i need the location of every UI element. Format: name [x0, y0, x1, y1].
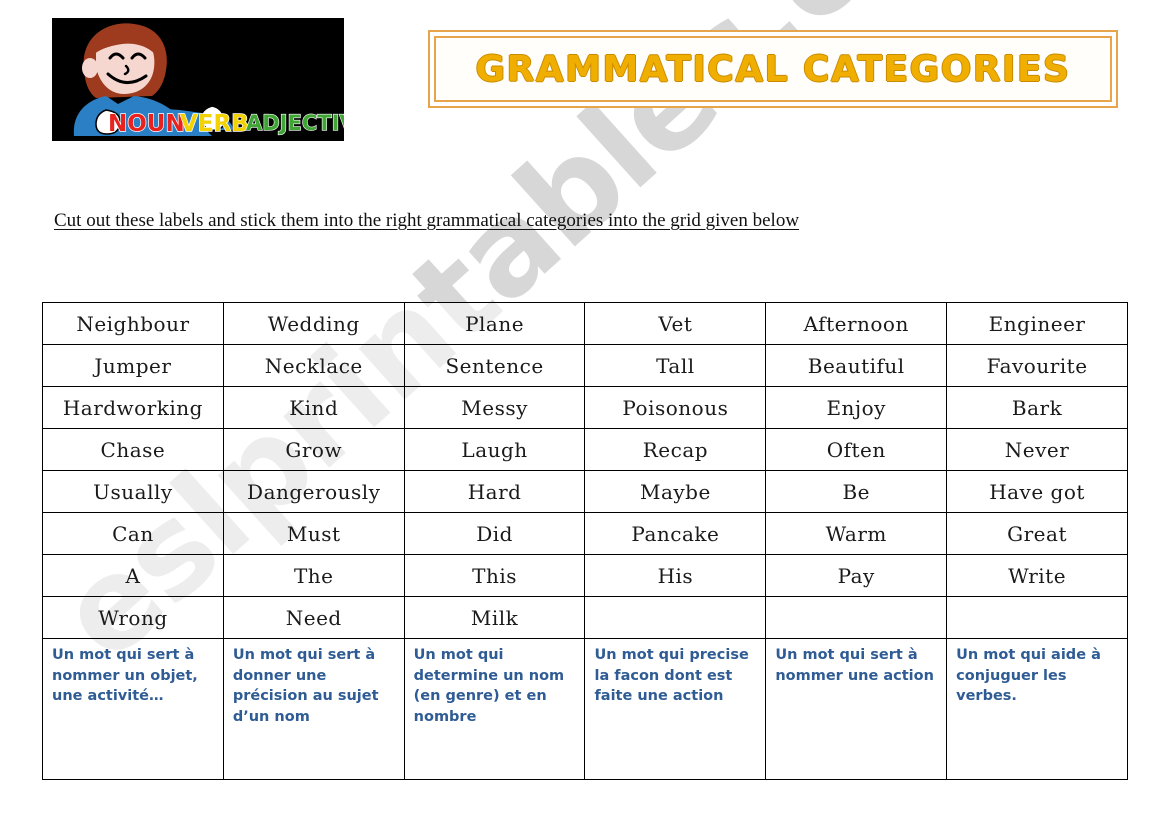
word-cell[interactable]: Wrong [42, 596, 224, 639]
word-cell[interactable]: Often [765, 428, 948, 471]
word-cell[interactable]: His [584, 554, 767, 597]
table-row: Wrong Need Milk [42, 596, 1128, 639]
definitions-row: Un mot qui sert à nommer un objet, une a… [42, 638, 1128, 780]
title-banner-inner: GRAMMATICAL CATEGORIES [434, 36, 1112, 102]
logo-artwork: NOUN VERB ADJECTIVE [52, 18, 344, 141]
word-cell[interactable]: Vet [584, 302, 767, 345]
definition-cell[interactable]: Un mot qui precise la facon dont est fai… [584, 638, 767, 780]
definition-cell[interactable]: Un mot qui determine un nom (en genre) e… [403, 638, 586, 780]
svg-text:NOUN: NOUN [108, 111, 185, 137]
svg-text:VERB: VERB [180, 111, 249, 137]
word-cell[interactable]: Necklace [222, 344, 405, 387]
word-cell[interactable]: Write [946, 554, 1128, 597]
table-row: Usually Dangerously Hard Maybe Be Have got [42, 470, 1128, 513]
word-cell[interactable]: Kind [222, 386, 405, 429]
word-cell-empty[interactable] [946, 596, 1128, 639]
word-cell[interactable]: Favourite [946, 344, 1128, 387]
table-row: Chase Grow Laugh Recap Often Never [42, 428, 1128, 471]
word-cell[interactable]: Neighbour [42, 302, 224, 345]
word-cell[interactable]: Pancake [584, 512, 767, 555]
word-cell-empty[interactable] [584, 596, 767, 639]
table-row: Can Must Did Pancake Warm Great [42, 512, 1128, 555]
word-cell[interactable]: Did [403, 512, 586, 555]
labels-grid: Neighbour Wedding Plane Vet Afternoon Enginee… [42, 302, 1128, 780]
word-cell[interactable]: Be [765, 470, 948, 513]
word-cell[interactable]: The [222, 554, 405, 597]
word-cell[interactable]: Need [222, 596, 405, 639]
title-banner: GRAMMATICAL CATEGORIES [428, 30, 1118, 108]
definition-cell[interactable]: Un mot qui sert à donner une précision a… [222, 638, 405, 780]
instruction-text: Cut out these labels and stick them into… [54, 210, 800, 231]
grammar-logo-image: NOUN VERB ADJECTIVE [52, 18, 344, 141]
word-cell[interactable]: Milk [403, 596, 586, 639]
definition-cell[interactable]: Un mot qui sert à nommer une action [765, 638, 948, 780]
word-cell[interactable]: Tall [584, 344, 767, 387]
word-cell[interactable]: Warm [765, 512, 948, 555]
page-title: GRAMMATICAL CATEGORIES [475, 48, 1071, 90]
word-cell[interactable]: Great [946, 512, 1128, 555]
table-row: A The This His Pay Write [42, 554, 1128, 597]
table-row: Hardworking Kind Messy Poisonous Enjoy Bark [42, 386, 1128, 429]
grid-body: Neighbour Wedding Plane Vet Afternoon Enginee… [42, 302, 1128, 780]
word-cell[interactable]: Poisonous [584, 386, 767, 429]
word-cell[interactable]: Usually [42, 470, 224, 513]
table-row: Jumper Necklace Sentence Tall Beautiful Favou… [42, 344, 1128, 387]
word-cell[interactable]: Must [222, 512, 405, 555]
word-cell[interactable]: Messy [403, 386, 586, 429]
word-cell[interactable]: A [42, 554, 224, 597]
word-cell[interactable]: Engineer [946, 302, 1128, 345]
word-cell[interactable]: Chase [42, 428, 224, 471]
word-cell[interactable]: Grow [222, 428, 405, 471]
word-cell[interactable]: Can [42, 512, 224, 555]
word-cell[interactable]: Plane [403, 302, 586, 345]
svg-text:ADJECTIVE: ADJECTIVE [246, 111, 344, 135]
labels-grid-container: Neighbour Wedding Plane Vet Afternoon Enginee… [42, 302, 1128, 780]
word-cell[interactable]: This [403, 554, 586, 597]
word-cell[interactable]: Have got [946, 470, 1128, 513]
word-cell[interactable]: Dangerously [222, 470, 405, 513]
word-cell[interactable]: Beautiful [765, 344, 948, 387]
page-header: NOUN VERB ADJECTIVE GRAMMATICAL CATEGORI… [0, 0, 1169, 160]
word-cell[interactable]: Wedding [222, 302, 405, 345]
word-cell[interactable]: Pay [765, 554, 948, 597]
word-cell[interactable]: Jumper [42, 344, 224, 387]
table-row: Neighbour Wedding Plane Vet Afternoon Enginee… [42, 302, 1128, 345]
word-cell-empty[interactable] [765, 596, 948, 639]
word-cell[interactable]: Maybe [584, 470, 767, 513]
word-cell[interactable]: Laugh [403, 428, 586, 471]
word-cell[interactable]: Enjoy [765, 386, 948, 429]
word-cell[interactable]: Recap [584, 428, 767, 471]
word-cell[interactable]: Hard [403, 470, 586, 513]
word-cell[interactable]: Hardworking [42, 386, 224, 429]
word-cell[interactable]: Bark [946, 386, 1128, 429]
word-cell[interactable]: Sentence [403, 344, 586, 387]
definition-cell[interactable]: Un mot qui sert à nommer un objet, une a… [42, 638, 224, 780]
word-cell[interactable]: Never [946, 428, 1128, 471]
word-cell[interactable]: Afternoon [765, 302, 948, 345]
definition-cell[interactable]: Un mot qui aide à conjuguer les verbes. [946, 638, 1128, 780]
